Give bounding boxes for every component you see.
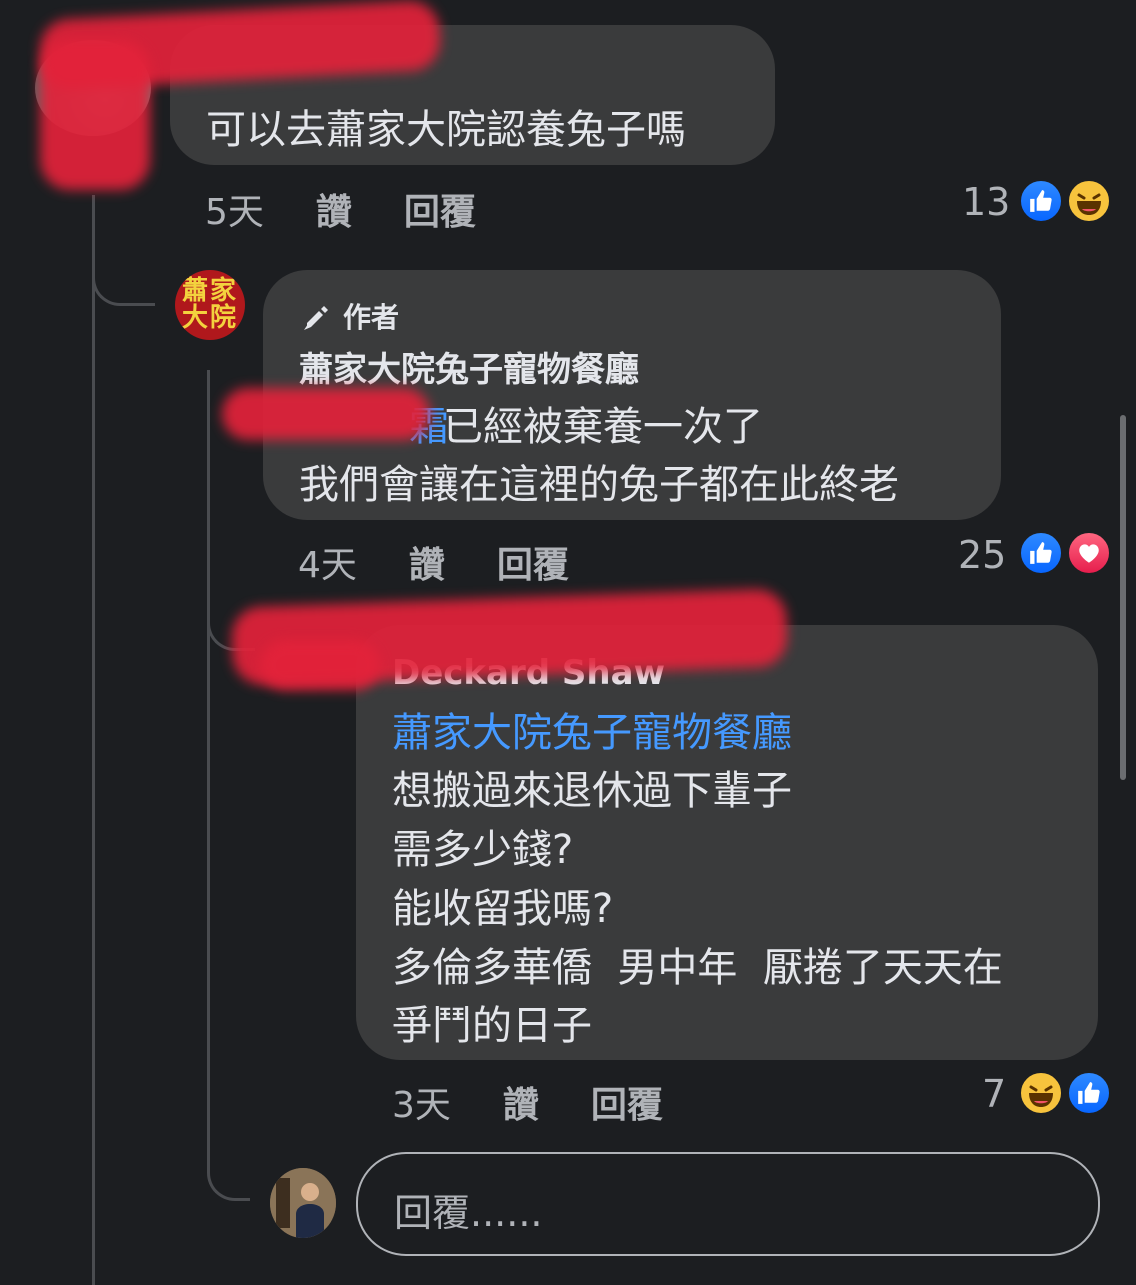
comment-time[interactable]: 4天 [298,536,357,588]
scrollbar[interactable] [1120,415,1126,780]
comment-text-line: 能收留我嗎? [392,886,614,932]
redaction-mark [260,640,380,690]
like-button[interactable]: 讚 [316,183,352,235]
thread-connector-1 [92,255,155,306]
reaction-count[interactable]: 13 [962,180,1010,224]
avatar-logo-text: 蕭家 大院 [181,276,238,333]
reaction-count[interactable]: 25 [958,533,1006,577]
reply-input[interactable]: 回覆...... [356,1152,1100,1256]
redaction-mark [40,40,150,190]
like-button[interactable]: 讚 [409,536,445,588]
comment-text-line: 需多少錢? [392,827,574,873]
comment-text-line: 我們會讓在這裡的兔子都在此終老 [299,462,899,508]
comment-actions: 4天 讚 回覆 [298,536,621,588]
comment-bubble: Deckard Shaw 蕭家大院兔子寵物餐廳 想搬過來退休過下輩子 需多少錢?… [356,625,1098,1060]
mention-link[interactable]: 蕭家大院兔子寵物餐廳 [392,700,792,758]
comment-text-line: 爭鬥的日子 [392,1003,592,1049]
thread-line-nested [207,370,250,1201]
like-reaction-icon [1018,178,1064,224]
reply-button[interactable]: 回覆 [404,183,476,235]
reply-button[interactable]: 回覆 [497,536,569,588]
page-avatar[interactable]: 蕭家 大院 [175,270,245,340]
user-avatar[interactable] [270,1168,336,1238]
like-reaction-icon [1018,530,1064,576]
author-badge: 作者 [299,296,399,336]
love-reaction-icon [1066,530,1112,576]
comment-actions: 3天 讚 回覆 [392,1076,715,1128]
comment-time[interactable]: 3天 [392,1076,451,1128]
comment-actions: 5天 讚 回覆 [205,183,528,235]
reply-button[interactable]: 回覆 [591,1076,663,1128]
haha-reaction-icon [1066,178,1112,224]
comment-time[interactable]: 5天 [205,183,264,235]
pencil-icon [299,299,333,333]
reaction-count[interactable]: 7 [982,1072,1006,1116]
comment-author[interactable]: 蕭家大院兔子寵物餐廳 [299,342,639,391]
comment-text-line: 想搬過來退休過下輩子 [392,768,792,814]
comment-text-line: 已經被棄養一次了 [443,404,763,450]
comment-text: 可以去蕭家大院認養兔子嗎 [206,107,686,153]
thread-line-main [92,195,155,1285]
reply-placeholder: 回覆...... [394,1191,543,1235]
like-reaction-icon [1066,1070,1112,1116]
haha-reaction-icon [1018,1070,1064,1116]
redaction-mark [222,388,430,440]
like-button[interactable]: 讚 [503,1076,539,1128]
comment-text-line: 多倫多華僑 男中年 厭捲了天天在 [392,945,1003,991]
